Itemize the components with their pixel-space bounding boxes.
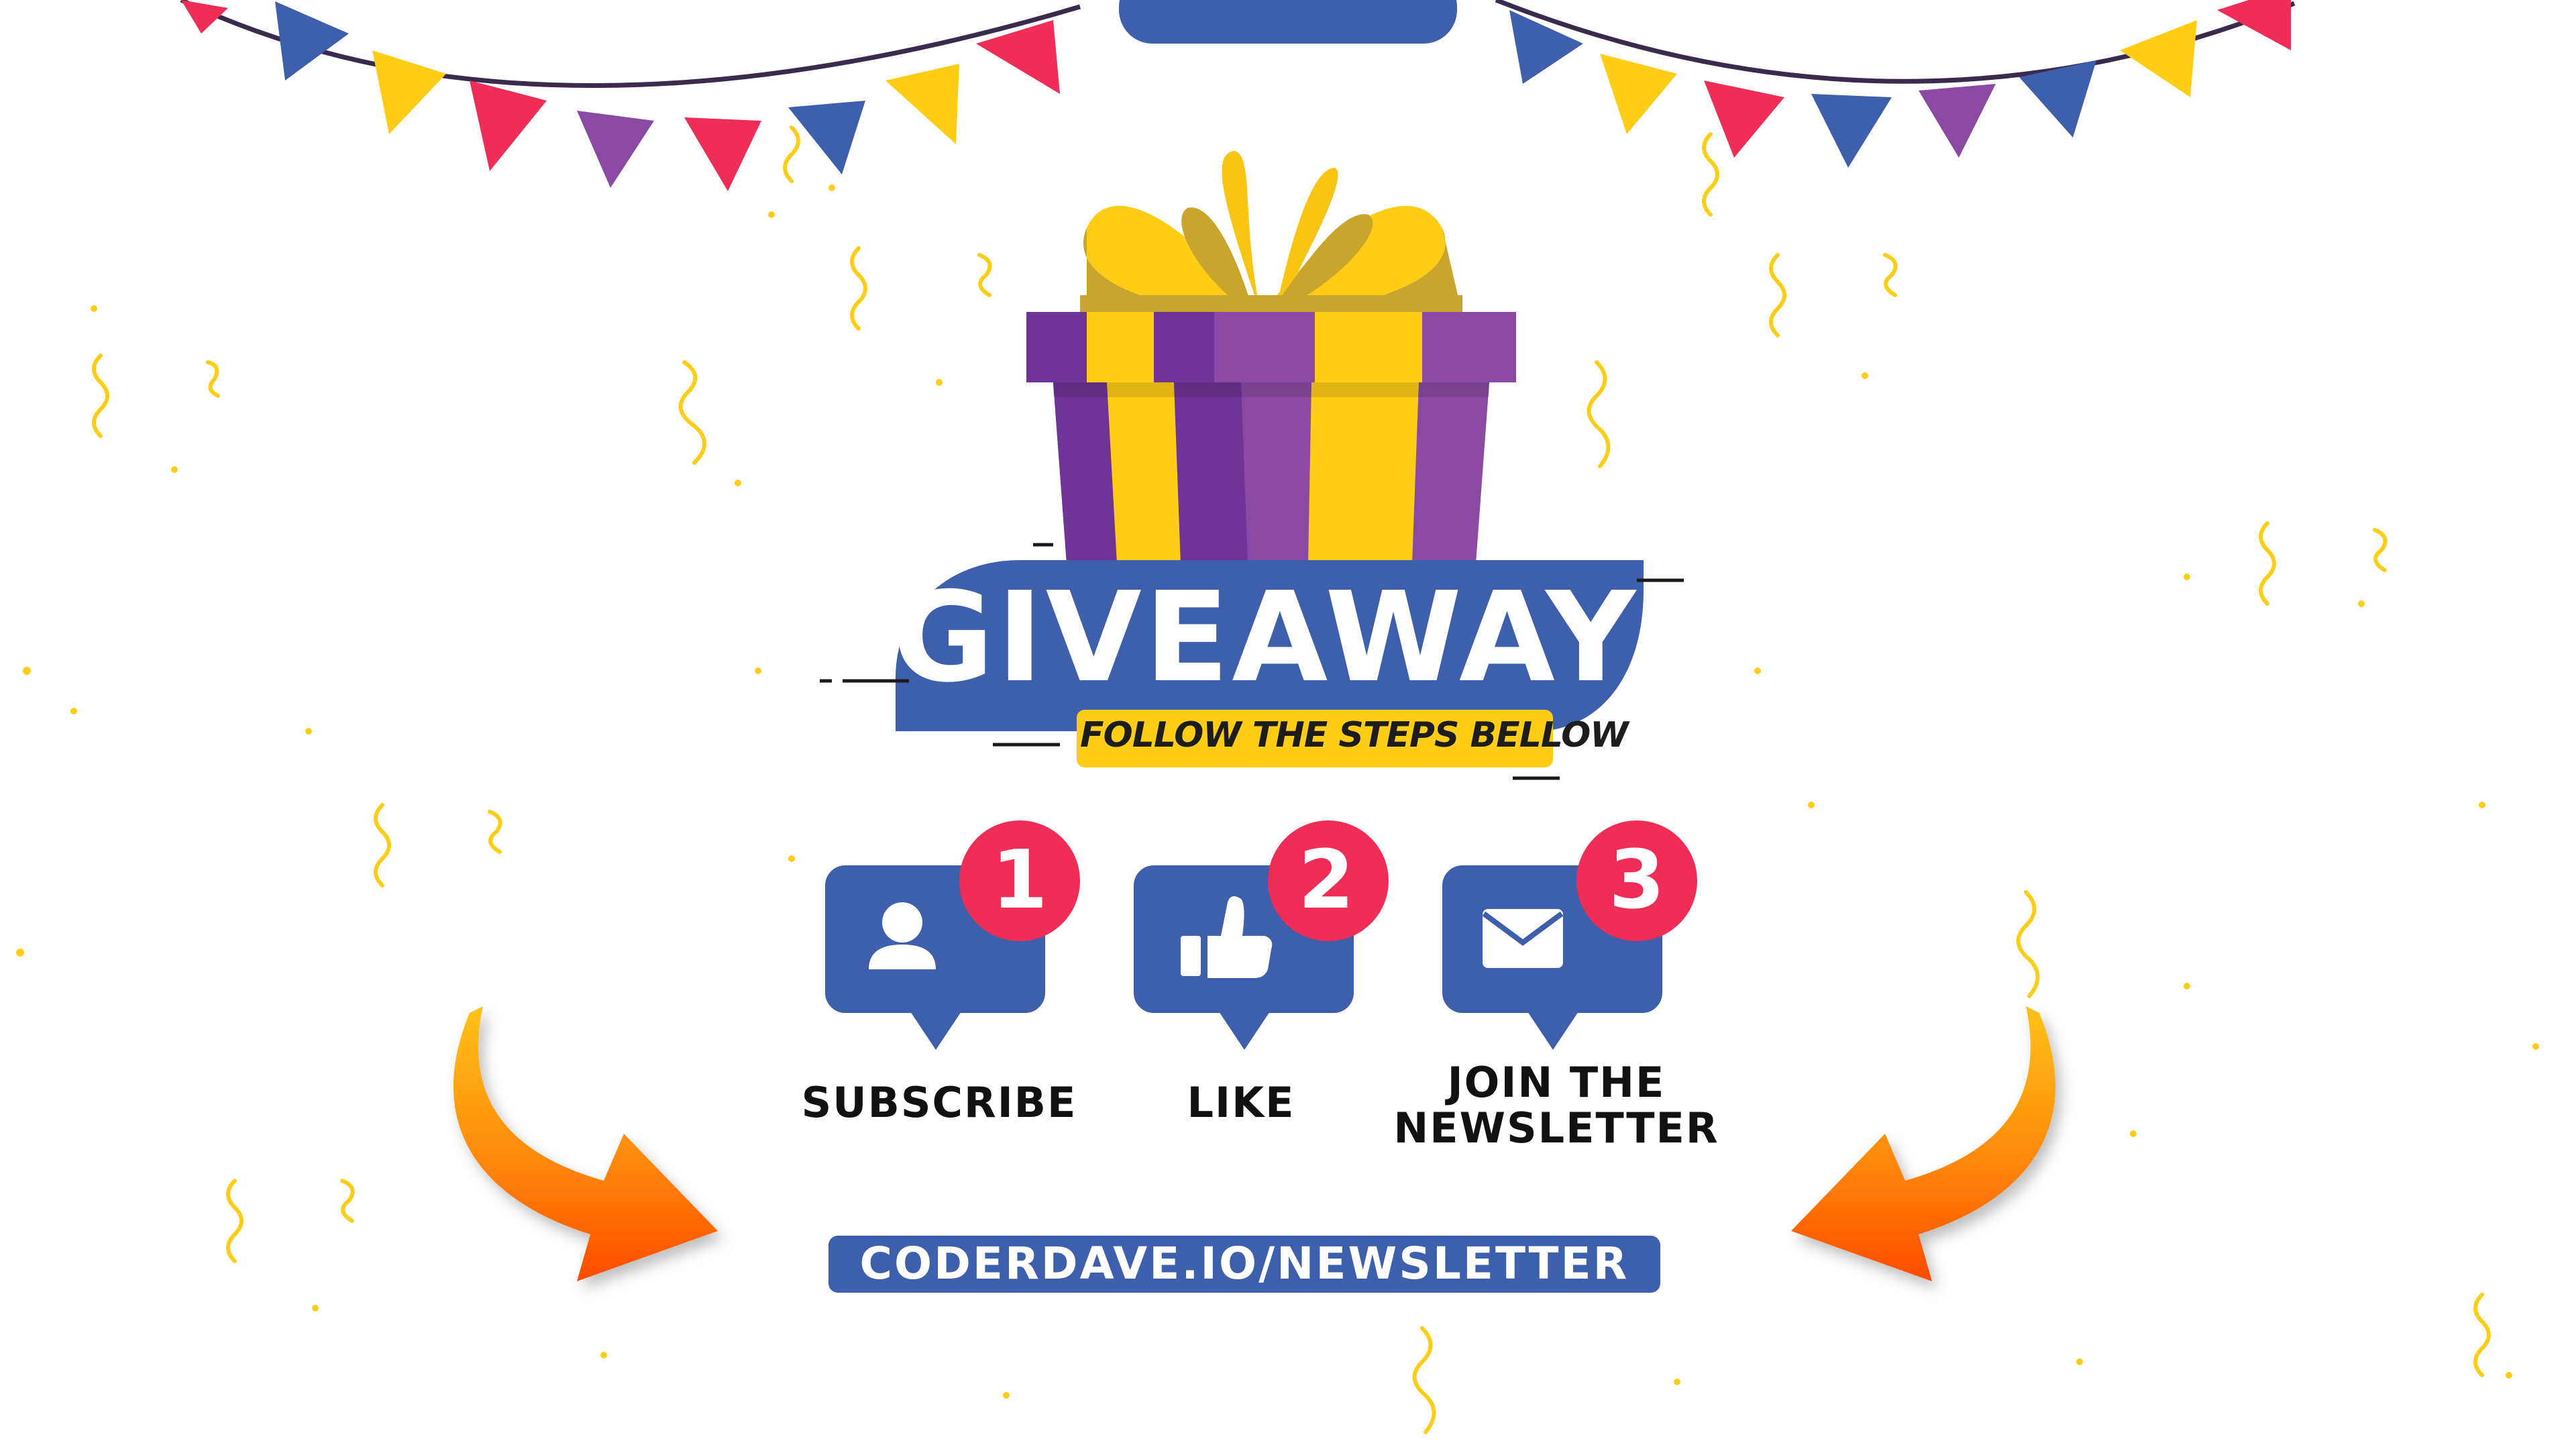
step-3-label: JOIN THE NEWSLETTER [1393, 1058, 1719, 1152]
step-3-badge: 3 [1609, 834, 1665, 927]
bunting-left [180, 0, 1081, 191]
giveaway-scene: GIVEAWAY FOLLOW THE STEPS BELLOW 1 2 3 S… [0, 0, 2576, 1449]
step-2-label: LIKE [1187, 1078, 1295, 1127]
gift-box-icon [1026, 151, 1516, 564]
step-1-badge: 1 [991, 834, 1048, 927]
giveaway-subtitle: FOLLOW THE STEPS BELLOW [1080, 715, 1629, 755]
step-1-label: SUBSCRIBE [801, 1078, 1077, 1127]
bunting-right [1495, 0, 2296, 168]
giveaway-title: GIVEAWAY [892, 565, 1639, 710]
arrow-left-icon [453, 1006, 718, 1281]
newsletter-url[interactable]: CODERDAVE.IO/NEWSLETTER [828, 1236, 1660, 1292]
step-2-badge: 2 [1298, 834, 1354, 927]
top-tab [1119, 0, 1457, 44]
arrow-right-icon [1791, 1006, 2056, 1281]
